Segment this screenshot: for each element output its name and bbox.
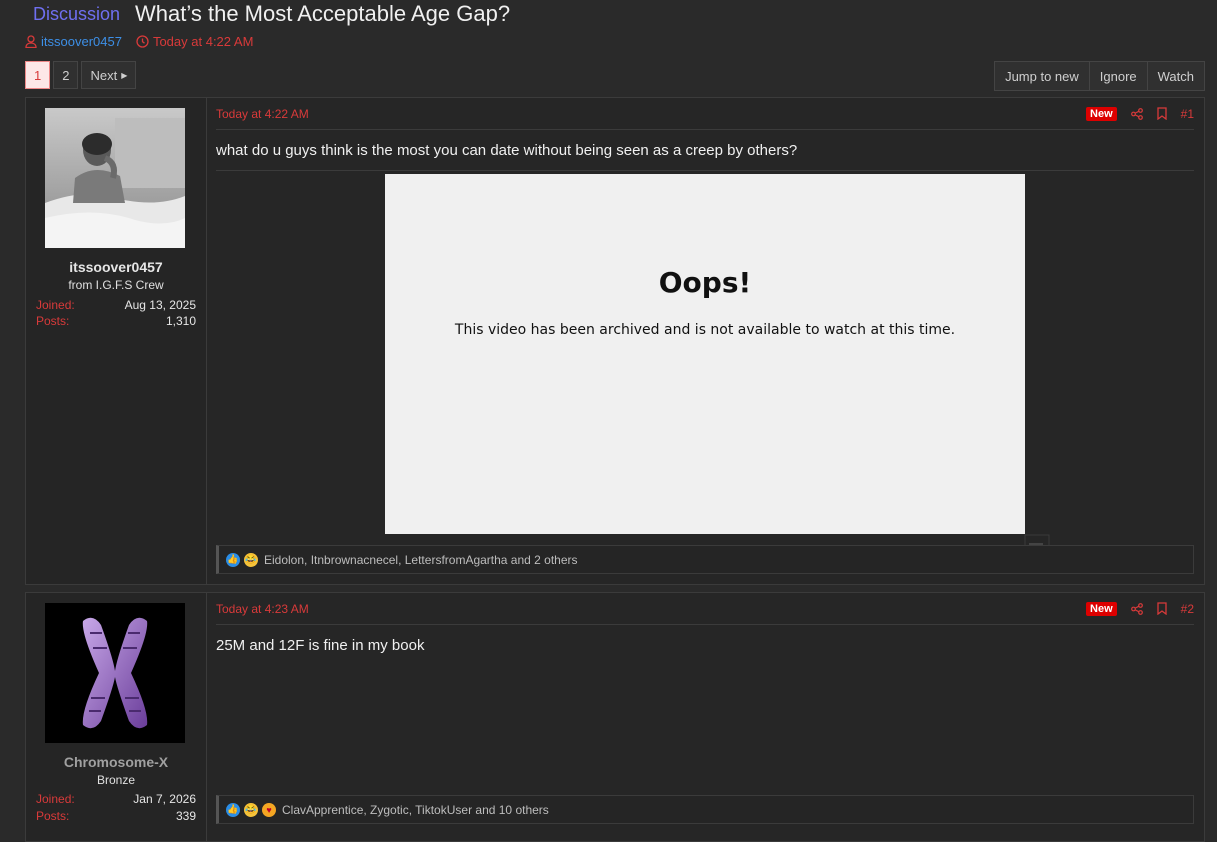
- avatar[interactable]: [45, 108, 185, 248]
- joined-value: Jan 7, 2026: [133, 792, 196, 806]
- post-2: Chromosome-X Bronze Joined: Jan 7, 2026 …: [25, 592, 1205, 842]
- page-1-button[interactable]: 1: [25, 61, 51, 89]
- posts-count[interactable]: 1,310: [166, 314, 196, 328]
- heart-eyes-icon: ♥: [262, 802, 276, 817]
- next-page-label: Next: [90, 67, 118, 83]
- post-1-user-cell: itssoover0457 from I.G.F.S Crew Joined: …: [26, 98, 207, 584]
- share-icon[interactable]: [1130, 602, 1143, 615]
- post-2-reactions-bar[interactable]: 👍 😂 ♥ ClavApprentice, Zygotic, TiktokUse…: [216, 795, 1194, 824]
- share-icon[interactable]: [1130, 107, 1143, 120]
- avatar-chromosome-image: [45, 603, 185, 743]
- post-2-message-cell: Today at 4:23 AM New #2 25M and 12F is f…: [206, 593, 1204, 841]
- joined-label: Joined:: [36, 298, 75, 312]
- thread-prefix-label[interactable]: Discussion: [26, 4, 127, 25]
- posts-label: Posts:: [36, 809, 70, 823]
- ignore-button[interactable]: Ignore: [1088, 62, 1147, 90]
- post-2-tools: New #2: [1086, 601, 1194, 616]
- post-1-number[interactable]: #1: [1181, 107, 1194, 121]
- reactions-list[interactable]: Eidolon, Itnbrownacnecel, LettersfromAga…: [264, 553, 578, 567]
- posts-label: Posts:: [36, 314, 70, 328]
- jump-to-new-button[interactable]: Jump to new: [995, 62, 1089, 90]
- thread-start-time[interactable]: Today at 4:22 AM: [153, 34, 253, 49]
- thread-start-date[interactable]: Today at 4:22 AM: [136, 34, 253, 49]
- thread-actions: Jump to new Ignore Watch: [994, 61, 1205, 91]
- post-1-message-cell: Today at 4:22 AM New #1 what do u guys t…: [206, 98, 1204, 584]
- thread-title-row: Discussion What’s the Most Acceptable Ag…: [26, 0, 510, 28]
- video-error-heading: Oops!: [658, 266, 752, 299]
- post-2-username[interactable]: Chromosome-X: [26, 754, 206, 770]
- joined-value: Aug 13, 2025: [124, 298, 196, 312]
- post-1: itssoover0457 from I.G.F.S Crew Joined: …: [25, 97, 1205, 585]
- caret-right-icon: ▶: [121, 70, 128, 80]
- like-icon: 👍: [226, 802, 240, 817]
- pagination: 1 2 Next ▶: [25, 61, 137, 89]
- bookmark-icon[interactable]: [1156, 107, 1167, 120]
- avatar-photo-image: [45, 108, 185, 248]
- next-page-button[interactable]: Next ▶: [81, 61, 137, 89]
- video-error-message: This video has been archived and is not …: [454, 322, 956, 338]
- joined-label: Joined:: [36, 792, 75, 806]
- post-2-time[interactable]: Today at 4:23 AM: [216, 602, 309, 616]
- new-badge: New: [1086, 601, 1117, 616]
- thread-meta: itssoover0457 Today at 4:22 AM: [25, 34, 253, 49]
- post-1-username[interactable]: itssoover0457: [26, 259, 206, 275]
- user-icon: [25, 35, 37, 48]
- post-1-text: what do u guys think is the most you can…: [216, 142, 798, 159]
- like-icon: 👍: [226, 552, 240, 567]
- post-1-tools: New #1: [1086, 106, 1194, 121]
- post-2-text: 25M and 12F is fine in my book: [216, 637, 425, 654]
- post-2-header: Today at 4:23 AM New #2: [216, 593, 1194, 625]
- thread-author[interactable]: itssoover0457: [25, 34, 122, 49]
- post-1-posts-row: Posts: 1,310: [36, 314, 196, 328]
- bookmark-icon[interactable]: [1156, 602, 1167, 615]
- avatar[interactable]: [45, 603, 185, 743]
- post-1-joined-row: Joined: Aug 13, 2025: [36, 298, 196, 312]
- thread-title: What’s the Most Acceptable Age Gap?: [135, 1, 511, 26]
- post-2-number[interactable]: #2: [1181, 602, 1194, 616]
- laugh-icon: 😂: [244, 552, 258, 567]
- post-1-header: Today at 4:22 AM New #1: [216, 98, 1194, 130]
- laugh-icon: 😂: [244, 802, 258, 817]
- post-2-joined-row: Joined: Jan 7, 2026: [36, 792, 196, 806]
- post-1-reactions-bar[interactable]: 👍 😂 Eidolon, Itnbrownacnecel, Lettersfro…: [216, 545, 1194, 574]
- posts-count[interactable]: 339: [176, 809, 196, 823]
- post-2-posts-row: Posts: 339: [36, 809, 196, 823]
- new-badge: New: [1086, 106, 1117, 121]
- post-2-user-title: Bronze: [96, 773, 136, 787]
- thread-author-name[interactable]: itssoover0457: [41, 34, 122, 49]
- post-1-time[interactable]: Today at 4:22 AM: [216, 107, 309, 121]
- clock-icon: [136, 35, 149, 48]
- reactions-list[interactable]: ClavApprentice, Zygotic, TiktokUser and …: [282, 803, 549, 817]
- page-2-button[interactable]: 2: [53, 61, 79, 89]
- watch-button[interactable]: Watch: [1146, 62, 1204, 90]
- post-1-user-title: from I.G.F.S Crew: [68, 278, 164, 292]
- post-1-divider: [216, 170, 1194, 171]
- embedded-video-placeholder[interactable]: Oops! This video has been archived and i…: [385, 174, 1025, 534]
- post-2-user-cell: Chromosome-X Bronze Joined: Jan 7, 2026 …: [26, 593, 207, 841]
